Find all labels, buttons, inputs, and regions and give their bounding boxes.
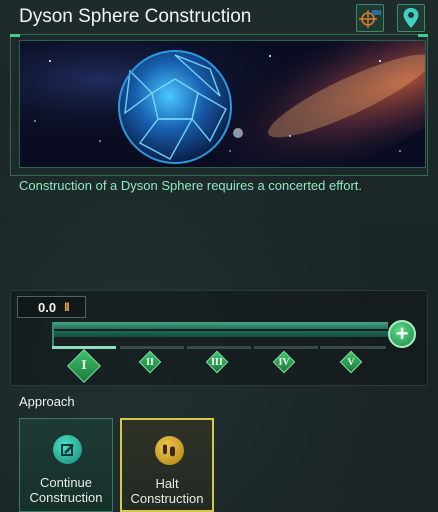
- option-label-line1: Halt: [155, 476, 179, 491]
- stage-segment-4: [254, 346, 318, 349]
- window-title: Dyson Sphere Construction: [19, 6, 252, 27]
- stage-label: II: [146, 356, 154, 368]
- progress-value-box: 0.0 II: [17, 296, 86, 318]
- option-label-line2: Construction: [29, 490, 103, 505]
- plus-icon: +: [395, 321, 409, 346]
- stage-marker-1[interactable]: I: [67, 349, 101, 383]
- add-progress-button[interactable]: +: [388, 320, 416, 348]
- map-pin-button[interactable]: [397, 4, 425, 32]
- halt-icon: [155, 436, 184, 465]
- stage-marker-5[interactable]: V: [339, 350, 363, 374]
- option-label: Continue Construction: [20, 475, 112, 505]
- stage-segment-3: [187, 346, 251, 349]
- stage-segment-2: [120, 346, 184, 349]
- continue-construction-button[interactable]: Continue Construction: [19, 418, 113, 512]
- stage-label: III: [211, 356, 223, 368]
- stage-marker-4[interactable]: IV: [272, 350, 296, 374]
- option-label-line2: Construction: [130, 491, 204, 506]
- approach-label: Approach: [19, 394, 75, 409]
- description-text: Construction of a Dyson Sphere requires …: [19, 178, 363, 193]
- progress-track: [52, 322, 388, 348]
- dyson-sphere-image: [19, 40, 426, 168]
- progress-track-upper: [52, 322, 388, 329]
- progress-value: 0.0: [38, 299, 57, 315]
- stage-label: V: [347, 356, 355, 368]
- stage-segment-5: [320, 346, 386, 349]
- progress-track-start: [52, 322, 54, 348]
- construction-icon: [53, 435, 82, 464]
- option-label-line1: Continue: [39, 475, 93, 490]
- stage-marker-2[interactable]: II: [138, 350, 162, 374]
- locate-target-icon: [359, 9, 381, 28]
- stage-label: IV: [278, 356, 290, 368]
- stage-marker-3[interactable]: III: [205, 350, 229, 374]
- map-pin-icon: [403, 8, 419, 28]
- halt-construction-button[interactable]: Halt Construction: [120, 418, 214, 512]
- pause-icon[interactable]: II: [64, 300, 70, 314]
- option-label: Halt Construction: [122, 476, 212, 506]
- progress-track-lower: [52, 331, 388, 337]
- locate-target-button[interactable]: [356, 4, 384, 32]
- stage-label: I: [81, 358, 87, 373]
